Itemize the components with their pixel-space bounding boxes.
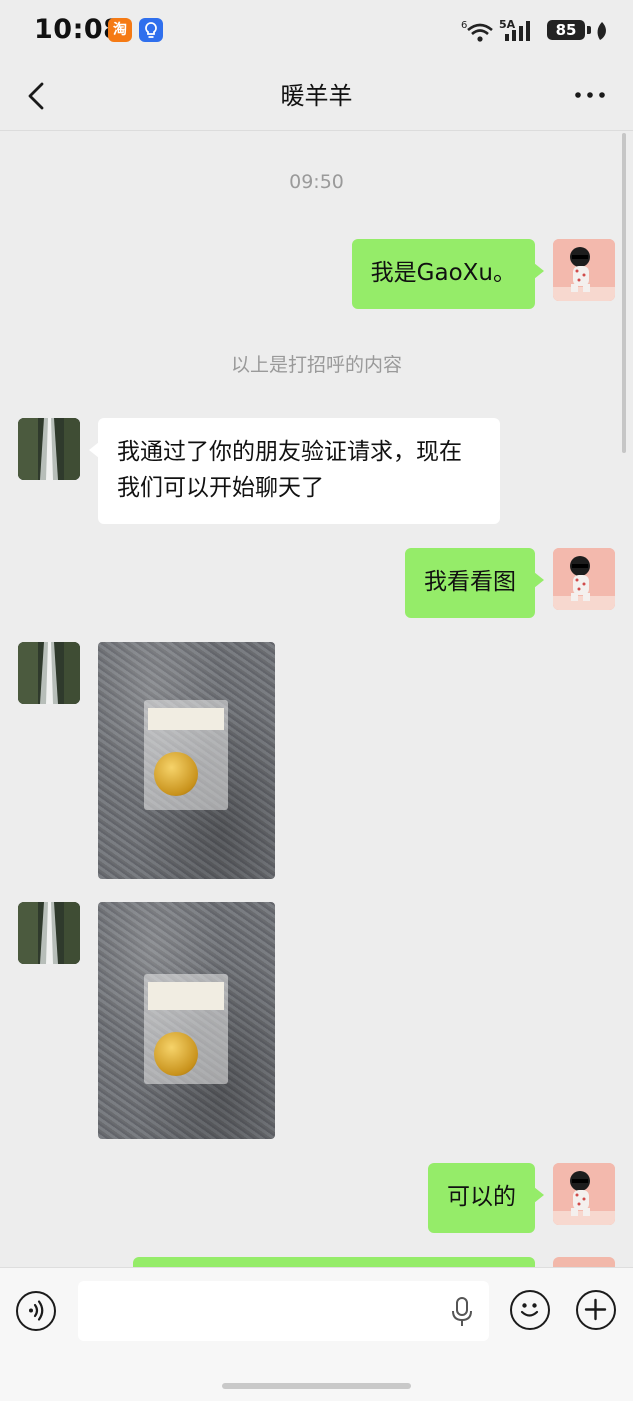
coin-label	[148, 708, 224, 730]
message-bubble-sent[interactable]: 我是GaoXu。	[351, 239, 545, 309]
battery-level: 85	[547, 20, 585, 40]
gold-coin	[154, 1032, 198, 1076]
microphone-icon[interactable]	[450, 1296, 474, 1328]
self-avatar[interactable]	[553, 548, 615, 610]
message-bubble-sent[interactable]: 可以的	[428, 1163, 544, 1233]
coin-holder	[144, 974, 228, 1084]
status-indicators: 6 5A 85	[461, 18, 611, 44]
voice-wave-icon	[29, 1300, 44, 1321]
message-timestamp: 09:50	[289, 171, 344, 193]
cellular-signal-icon: 5A	[499, 18, 530, 41]
network-type-label: 5A	[499, 18, 516, 31]
message-bubble-sent[interactable]: 我看看图	[405, 548, 544, 618]
greeting-system-note: 以上是打招呼的内容	[230, 354, 402, 376]
home-indicator[interactable]	[222, 1383, 411, 1389]
lightbulb-notification-icon	[139, 18, 163, 42]
image-message[interactable]	[98, 642, 275, 879]
message-bubble-received[interactable]: 我通过了你的朋友验证请求，现在我们可以开始聊天了	[89, 418, 500, 524]
leaf-icon	[597, 22, 606, 40]
chat-header: 暖羊羊	[0, 62, 633, 131]
message-text-input[interactable]	[78, 1281, 489, 1341]
status-bar: 10:08 淘 6 5A 85	[0, 0, 633, 62]
taobao-notification-icon: 淘	[108, 18, 132, 42]
gold-coin	[154, 752, 198, 796]
battery-tip	[587, 26, 591, 34]
wifi-badge: 6	[461, 20, 467, 31]
coin-holder	[144, 700, 228, 810]
coin-label	[148, 982, 224, 1010]
voice-input-button[interactable]	[16, 1291, 56, 1331]
emoji-button[interactable]	[510, 1290, 550, 1330]
self-avatar[interactable]	[553, 1163, 615, 1225]
image-message[interactable]	[98, 902, 275, 1139]
more-functions-button[interactable]	[576, 1290, 616, 1330]
contact-avatar[interactable]	[18, 418, 80, 480]
plus-icon	[584, 1298, 607, 1321]
chat-title: 暖羊羊	[280, 82, 353, 110]
wifi-icon: 6	[461, 20, 493, 42]
contact-avatar[interactable]	[18, 642, 80, 704]
smiley-icon	[520, 1303, 539, 1317]
more-options-icon[interactable]	[573, 80, 607, 110]
self-avatar[interactable]	[553, 239, 615, 301]
message-input-bar	[0, 1267, 633, 1401]
contact-avatar[interactable]	[18, 902, 80, 964]
